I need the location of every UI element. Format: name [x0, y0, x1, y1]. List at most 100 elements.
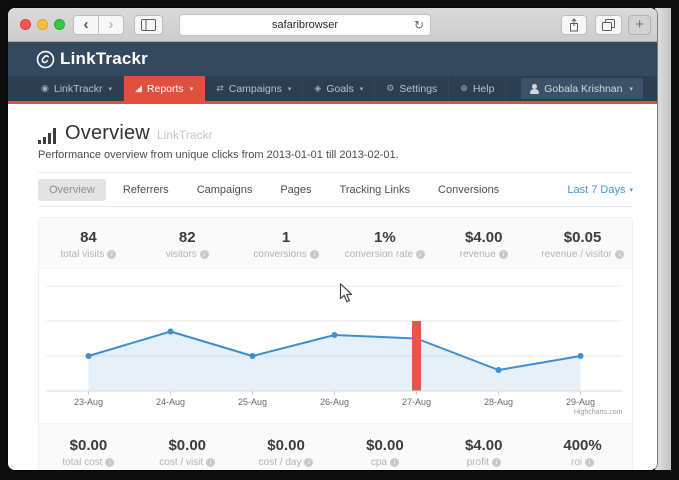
stat-revenue: $4.00revenue — [434, 229, 533, 260]
info-icon[interactable] — [499, 250, 508, 259]
stat-value: $0.00 — [335, 437, 434, 454]
page-title: Overview — [65, 122, 150, 145]
caret-down-icon: ▾ — [629, 85, 633, 93]
tab-tracking-links[interactable]: Tracking Links — [329, 179, 422, 201]
stat-label: total visits — [39, 249, 138, 260]
chart-credit[interactable]: Highcharts.com — [574, 409, 623, 416]
caret-down-icon: ▾ — [288, 85, 292, 93]
desktop-background — [655, 8, 671, 470]
user-menu[interactable]: Gobala Krishnan ▾ — [521, 78, 643, 99]
info-icon[interactable] — [390, 458, 399, 467]
share-button[interactable] — [561, 15, 587, 35]
overview-page: Overview LinkTrackr Performance overview… — [8, 104, 657, 470]
tab-conversions[interactable]: Conversions — [427, 179, 510, 201]
nav-item-reports[interactable]: ◢Reports▾ — [124, 76, 205, 101]
address-bar[interactable]: safaribrowser ↻ — [179, 14, 431, 36]
link-icon — [36, 50, 55, 69]
stat-value: 82 — [138, 229, 237, 246]
info-icon[interactable] — [206, 458, 215, 467]
nav-item-help[interactable]: ⊕ Help — [449, 76, 506, 101]
tab-campaigns[interactable]: Campaigns — [186, 179, 264, 201]
window-controls — [20, 19, 65, 30]
info-icon[interactable] — [105, 458, 114, 467]
date-range-selector[interactable]: Last 7 Days ▾ — [567, 184, 633, 196]
stat-value: 84 — [39, 229, 138, 246]
sidebar-toggle-button[interactable] — [134, 15, 163, 35]
data-point-23-aug[interactable] — [86, 353, 92, 359]
show-tabs-button[interactable] — [595, 15, 622, 35]
stat-cpa: $0.00cpa — [335, 437, 434, 468]
data-point-29-aug[interactable] — [578, 353, 584, 359]
nav-item-label: Goals — [326, 83, 353, 95]
sidebar-icon — [141, 19, 156, 31]
stat-revenue-visitor: $0.05revenue / visitor — [533, 229, 632, 260]
nav-item-campaigns[interactable]: ⇄Campaigns▾ — [205, 76, 303, 101]
url-text: safaribrowser — [272, 19, 338, 31]
nav-item-label: Reports — [147, 83, 184, 95]
browser-window: ‹ › safaribrowser ↻ + — [8, 8, 657, 470]
data-point-26-aug[interactable] — [332, 332, 338, 338]
info-icon[interactable] — [200, 250, 209, 259]
browser-titlebar: ‹ › safaribrowser ↻ + — [8, 8, 657, 42]
stat-total-visits: 84 total visits — [39, 229, 138, 260]
visits-chart: 23-Aug24-Aug25-Aug26-Aug27-Aug28-Aug29-A… — [39, 268, 632, 424]
close-window-button[interactable] — [20, 19, 31, 30]
nav-item-goals[interactable]: ◈Goals▾ — [303, 76, 375, 101]
data-point-25-aug[interactable] — [250, 353, 256, 359]
page-subtitle: Performance overview from unique clicks … — [38, 149, 633, 161]
stat-label: revenue / visitor — [533, 249, 632, 260]
report-tabs-row: Overview Referrers CampaignsPages Tracking … — [38, 173, 633, 207]
info-icon[interactable] — [585, 458, 594, 467]
stat-label: profit — [434, 457, 533, 468]
stat-visitors: 82visitors — [138, 229, 237, 260]
zoom-window-button[interactable] — [54, 19, 65, 30]
data-point-28-aug[interactable] — [496, 367, 502, 373]
history-nav-group: ‹ › — [73, 15, 124, 35]
user-icon — [531, 84, 538, 94]
stats-row-top: 84total visits82visitors1conversions1%co… — [39, 218, 632, 268]
refresh-icon[interactable]: ↻ — [414, 18, 424, 32]
stat-label: revenue — [434, 249, 533, 260]
tab-overview[interactable]: Overview — [38, 179, 106, 201]
nav-item-settings[interactable]: ⚙ Settings — [375, 76, 449, 101]
tab-pages[interactable]: Pages — [269, 179, 322, 201]
info-icon[interactable] — [615, 250, 624, 259]
visits-chart-canvas: 23-Aug24-Aug25-Aug26-Aug27-Aug28-Aug29-A… — [39, 270, 632, 422]
help-icon: ⊕ — [460, 83, 468, 94]
minimize-window-button[interactable] — [37, 19, 48, 30]
data-point-24-aug[interactable] — [168, 329, 174, 335]
linktrackr-icon: ◉ — [41, 83, 49, 94]
info-icon[interactable] — [310, 250, 319, 259]
info-icon[interactable] — [304, 458, 313, 467]
x-tick-label: 29-Aug — [566, 397, 595, 407]
tabs-overview-icon — [602, 19, 615, 31]
stat-profit: $4.00profit — [434, 437, 533, 468]
info-icon[interactable] — [107, 250, 116, 259]
stat-cost-day: $0.00cost / day — [237, 437, 336, 468]
page-title-suffix: LinkTrackr — [157, 128, 213, 142]
stat-label: total cost — [39, 457, 138, 468]
forward-button[interactable]: › — [98, 15, 124, 35]
settings-icon: ⚙ — [386, 83, 394, 94]
overview-panel: 84total visits82visitors1conversions1%co… — [38, 217, 633, 470]
nav-item-linktrackr[interactable]: ◉LinkTrackr▾ — [30, 76, 124, 101]
highlight-column[interactable] — [412, 321, 421, 391]
x-tick-label: 25-Aug — [238, 397, 267, 407]
info-icon[interactable] — [492, 458, 501, 467]
stat-conversions: 1conversions — [237, 229, 336, 260]
goals-icon: ◈ — [314, 83, 321, 94]
stat-label: roi — [533, 457, 632, 468]
nav-item-label: Help — [473, 83, 495, 95]
stats-row-bottom: $0.00total cost$0.00cost / visit$0.00cos… — [39, 424, 632, 470]
info-icon[interactable] — [416, 250, 425, 259]
new-tab-button[interactable]: + — [628, 15, 651, 35]
tab-referrers[interactable]: Referrers — [112, 179, 180, 201]
caret-down-icon: ▾ — [108, 85, 112, 93]
caret-down-icon: ▾ — [629, 186, 633, 194]
stat-value: $0.00 — [39, 437, 138, 454]
back-button[interactable]: ‹ — [73, 15, 99, 35]
x-tick-label: 23-Aug — [74, 397, 103, 407]
brand-logo[interactable]: LinkTrackr — [36, 49, 148, 69]
stat-total-cost: $0.00 total cost — [39, 437, 138, 468]
nav-item-label: Settings — [399, 83, 437, 95]
